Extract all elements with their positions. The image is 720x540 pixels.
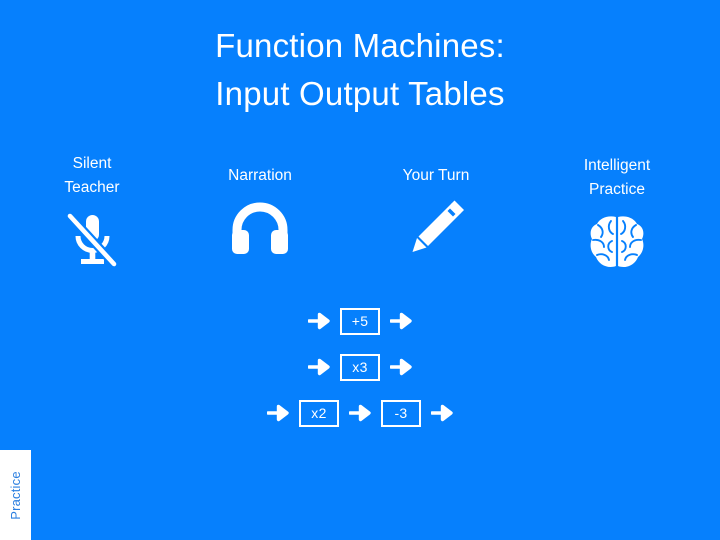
practice-side-tab-label: Practice [8,470,23,520]
microphone-muted-icon [22,209,162,271]
operation-box: x2 [299,399,339,427]
phase-intelligent-practice: Intelligent Practice [547,154,687,273]
operation-box: x3 [340,353,380,381]
operation-box: -3 [381,399,421,427]
machine-row: x2 -3 [0,390,720,436]
phase-your-turn: Your Turn [366,164,506,259]
machine-row: +5 [0,298,720,344]
arrow-right-icon [389,309,413,333]
practice-side-tab[interactable]: Practice [0,450,31,540]
page-title: Function Machines: Input Output Tables [0,22,720,118]
arrow-right-icon [307,309,331,333]
pencil-icon [366,197,506,259]
arrow-right-icon [266,401,290,425]
phase-label-narration: Narration [228,167,292,184]
phase-label-silent-teacher: Silent Teacher [64,155,120,197]
phase-silent-teacher: Silent Teacher [22,152,162,271]
title-line-2: Input Output Tables [215,74,505,112]
title-line-1: Function Machines: [215,27,505,64]
arrow-right-icon [430,401,454,425]
phase-label-your-turn: Your Turn [402,167,470,184]
arrow-right-icon [389,355,413,379]
arrow-right-icon [307,355,331,379]
arrow-right-icon [348,401,372,425]
function-machine-list: +5 x3 x2 -3 [0,298,720,436]
slide-canvas: Function Machines: Input Output Tables S… [0,0,720,540]
phase-narration: Narration [190,164,330,259]
phase-label-intelligent-practice: Intelligent Practice [583,157,651,199]
headphones-icon [190,197,330,259]
operation-box: +5 [340,307,380,335]
brain-icon [547,211,687,273]
machine-row: x3 [0,344,720,390]
